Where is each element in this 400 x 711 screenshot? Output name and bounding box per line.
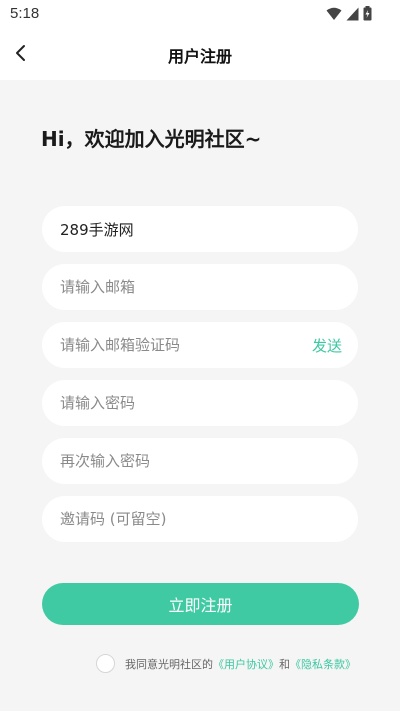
email-field[interactable] bbox=[42, 264, 358, 310]
email-input[interactable] bbox=[60, 264, 300, 310]
privacy-link[interactable]: 《隐私条款》 bbox=[290, 656, 356, 672]
signal-icon bbox=[346, 7, 359, 20]
email-code-field[interactable]: 发送 bbox=[42, 322, 358, 368]
confirm-password-field[interactable] bbox=[42, 438, 358, 484]
status-icons bbox=[326, 6, 372, 21]
status-bar: 5:18 bbox=[0, 0, 400, 28]
register-button[interactable]: 立即注册 bbox=[42, 583, 359, 625]
invite-code-input[interactable] bbox=[60, 496, 300, 542]
agreement-and: 和 bbox=[279, 657, 290, 671]
agreement-prefix: 我同意光明社区的 bbox=[125, 657, 213, 671]
invite-code-field[interactable] bbox=[42, 496, 358, 542]
battery-icon bbox=[363, 6, 372, 21]
user-agreement-link[interactable]: 《用户协议》 bbox=[213, 656, 279, 672]
username-field[interactable] bbox=[42, 206, 358, 252]
register-form: Hi，欢迎加入光明社区~ 发送 立即注册 我同意光明社区的 《用户协议》 和 《… bbox=[0, 80, 400, 711]
send-code-button[interactable]: 发送 bbox=[312, 335, 342, 356]
nav-bar: 用户注册 bbox=[0, 28, 400, 80]
password-input[interactable] bbox=[60, 380, 300, 426]
username-input[interactable] bbox=[60, 206, 300, 252]
password-field[interactable] bbox=[42, 380, 358, 426]
agree-checkbox[interactable] bbox=[96, 654, 115, 673]
page-title: 用户注册 bbox=[167, 47, 232, 66]
email-code-input[interactable] bbox=[60, 322, 280, 368]
confirm-password-input[interactable] bbox=[60, 438, 300, 484]
status-time: 5:18 bbox=[10, 5, 40, 22]
wifi-icon bbox=[326, 7, 342, 20]
greeting-heading: Hi，欢迎加入光明社区~ bbox=[41, 127, 262, 151]
agreement-row: 我同意光明社区的 《用户协议》 和 《隐私条款》 bbox=[96, 654, 356, 673]
